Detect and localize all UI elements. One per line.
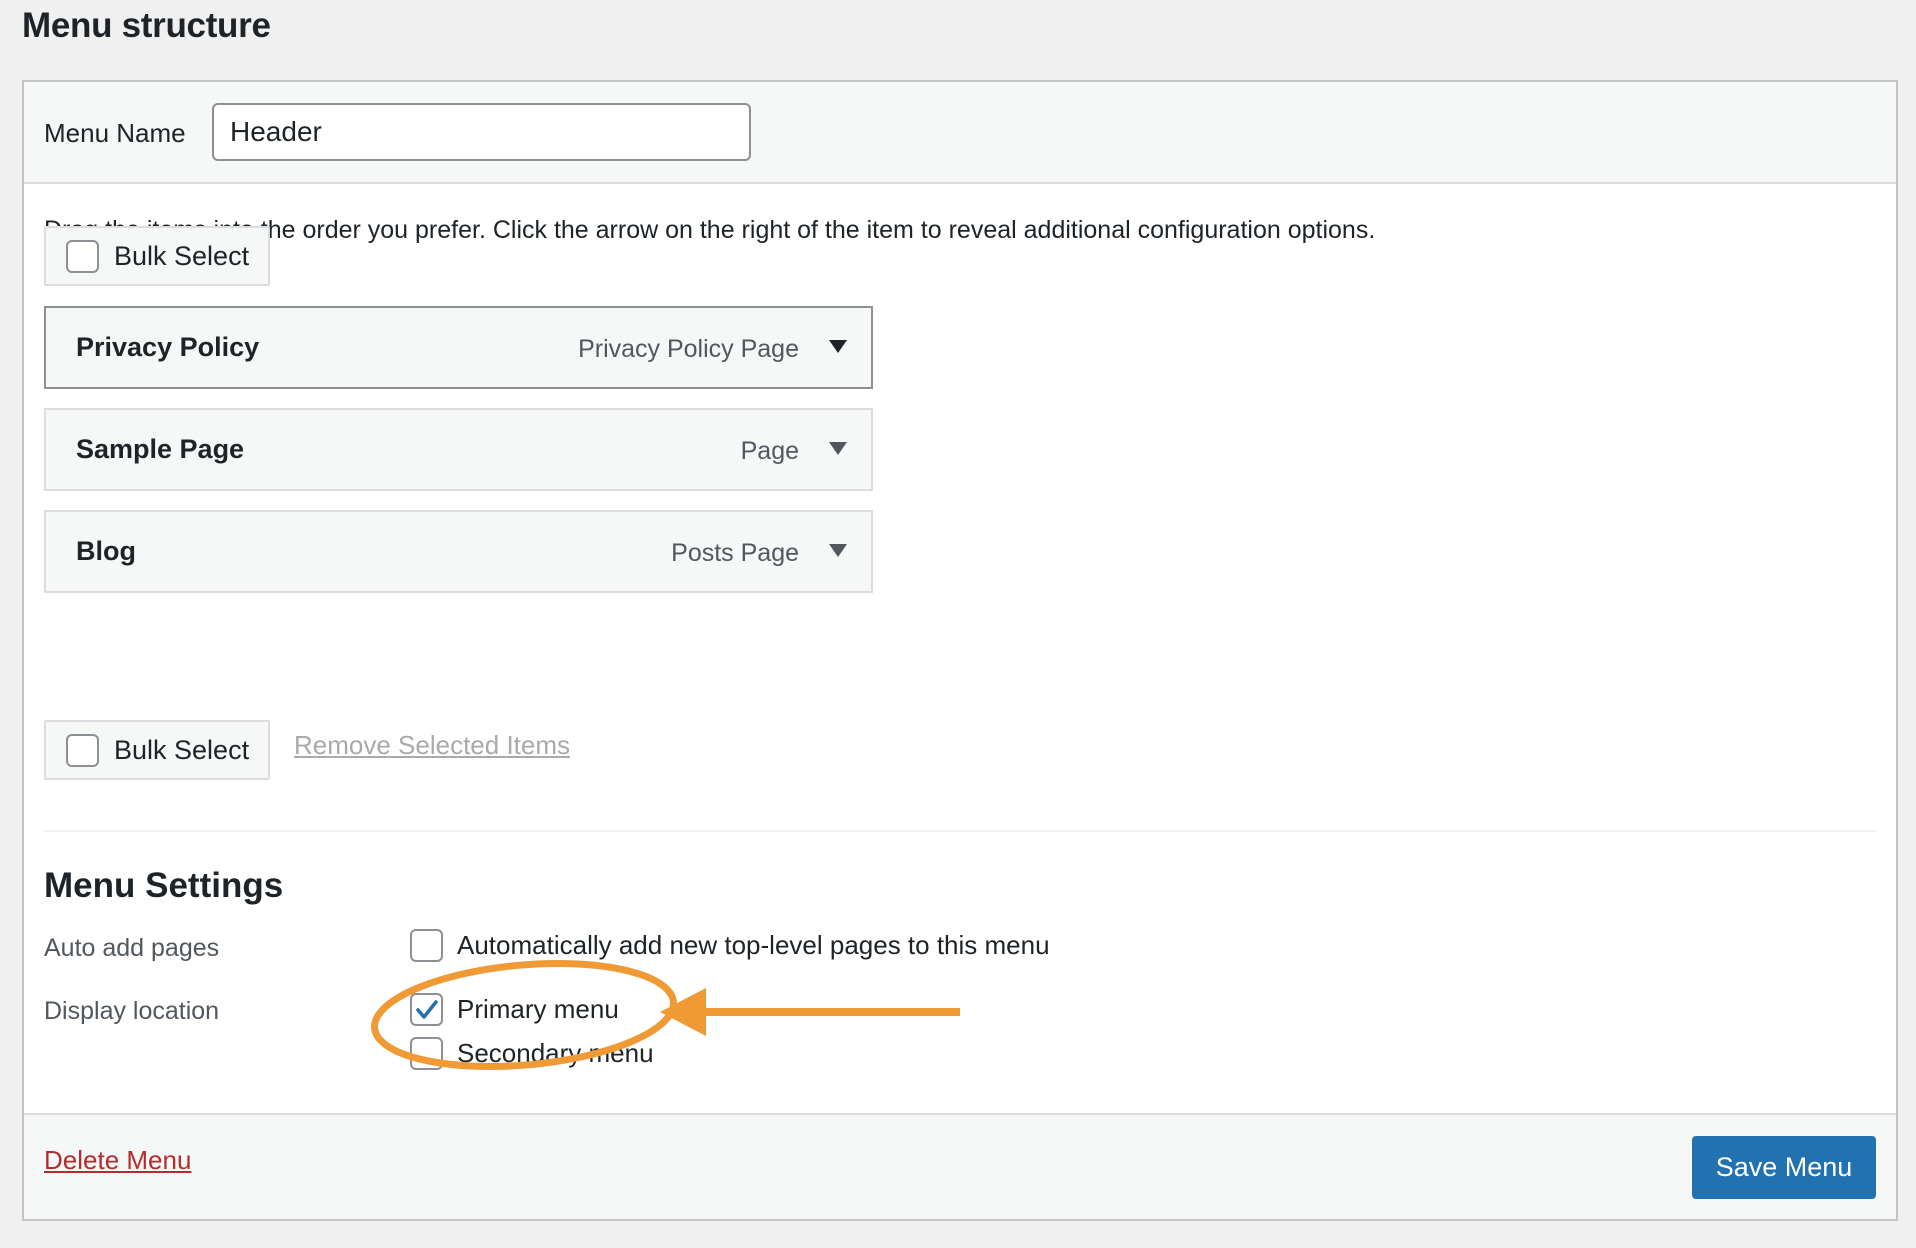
menu-name-input[interactable] <box>212 103 751 161</box>
checkmark-icon <box>415 999 438 1019</box>
menu-item-title: Sample Page <box>76 434 245 464</box>
chevron-down-icon[interactable] <box>829 340 847 353</box>
auto-add-checkbox[interactable] <box>410 929 443 962</box>
section-divider <box>44 830 1876 832</box>
chevron-down-icon[interactable] <box>829 544 847 557</box>
save-menu-button[interactable]: Save Menu <box>1692 1136 1876 1199</box>
menu-item-privacy-policy[interactable]: Privacy Policy Privacy Policy Page <box>44 306 873 389</box>
bulk-select-checkbox[interactable] <box>66 733 99 767</box>
remove-selected-link[interactable]: Remove Selected Items <box>294 730 570 761</box>
chevron-down-icon[interactable] <box>829 442 847 455</box>
auto-add-option[interactable]: Automatically add new top-level pages to… <box>410 929 1050 962</box>
menu-name-label: Menu Name <box>44 118 186 148</box>
menu-header-bar: Menu Name <box>24 82 1896 184</box>
menu-item-sample-page[interactable]: Sample Page Page <box>44 408 873 491</box>
menu-item-blog[interactable]: Blog Posts Page <box>44 510 873 593</box>
location-primary-option[interactable]: Primary menu <box>410 993 619 1026</box>
bulk-select-label: Bulk Select <box>114 240 250 271</box>
bulk-select-checkbox[interactable] <box>66 239 99 273</box>
secondary-menu-label: Secondary menu <box>457 1038 654 1068</box>
location-secondary-option[interactable]: Secondary menu <box>410 1037 654 1070</box>
menu-edit-panel: Menu Name Drag the items into the order … <box>22 80 1898 1221</box>
auto-add-label: Auto add pages <box>44 934 220 962</box>
auto-add-option-label: Automatically add new top-level pages to… <box>457 930 1050 960</box>
menu-item-type: Posts Page <box>671 539 799 567</box>
menu-item-title: Blog <box>76 536 136 566</box>
menu-settings-title: Menu Settings <box>44 866 284 905</box>
display-location-label: Display location <box>44 997 220 1025</box>
primary-menu-checkbox[interactable] <box>410 993 443 1026</box>
page-title: Menu structure <box>22 6 271 45</box>
menu-item-type: Privacy Policy Page <box>578 335 799 363</box>
bulk-select-top[interactable]: Bulk Select <box>44 226 270 286</box>
menu-item-title: Privacy Policy <box>76 332 260 362</box>
bulk-select-bottom[interactable]: Bulk Select <box>44 720 270 780</box>
delete-menu-link[interactable]: Delete Menu <box>44 1145 191 1176</box>
menu-footer-bar: Delete Menu Save Menu <box>24 1113 1896 1219</box>
menu-item-type: Page <box>740 437 799 465</box>
secondary-menu-checkbox[interactable] <box>410 1037 443 1070</box>
primary-menu-label: Primary menu <box>457 994 619 1024</box>
bulk-select-label: Bulk Select <box>114 734 250 765</box>
